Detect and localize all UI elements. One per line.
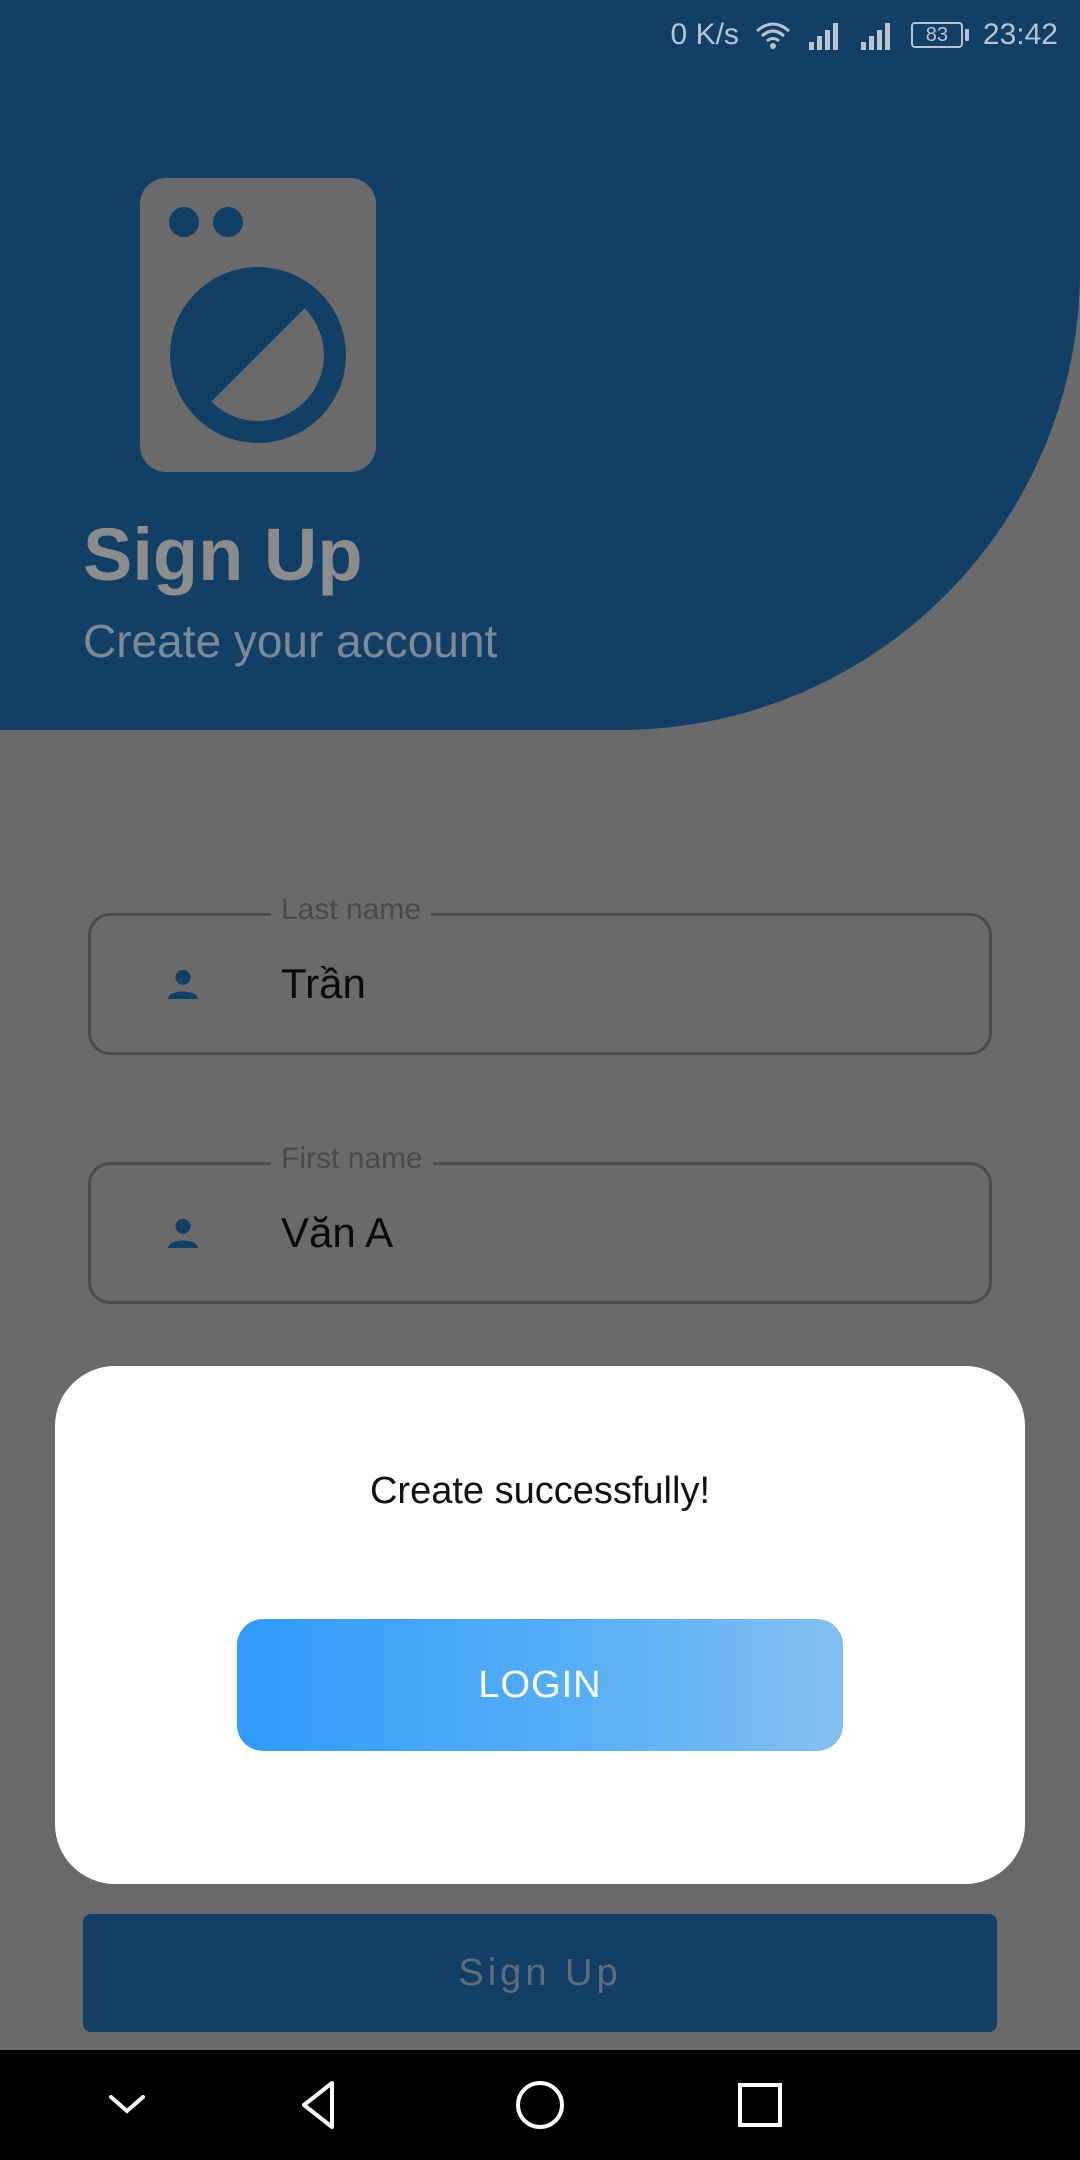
success-dialog: Create successfully! LOGIN: [55, 1366, 1025, 1884]
page-title: Sign Up: [83, 513, 363, 596]
person-icon: [168, 969, 198, 999]
last-name-label: Last name: [271, 890, 432, 930]
signal-icon: [807, 20, 845, 50]
sign-up-screen: 0 K/s 83 23:42 Sign Up Create your accou…: [0, 0, 1080, 2050]
back-icon[interactable]: [290, 2075, 350, 2135]
clock: 23:42: [982, 18, 1058, 51]
status-bar: 0 K/s 83 23:42: [0, 0, 1080, 70]
washing-machine-icon: [140, 178, 376, 472]
login-button[interactable]: LOGIN: [237, 1619, 843, 1751]
network-speed: 0 K/s: [670, 18, 739, 51]
chevron-down-icon[interactable]: [97, 2075, 157, 2135]
battery-level: 83: [910, 22, 963, 48]
first-name-field[interactable]: First name Văn A: [88, 1139, 992, 1304]
sign-up-button[interactable]: Sign Up: [83, 1914, 997, 2032]
person-icon: [168, 1218, 198, 1248]
wifi-icon: [753, 19, 793, 51]
battery-icon: 83: [910, 22, 969, 48]
first-name-input[interactable]: Văn A: [281, 1209, 393, 1257]
recents-icon[interactable]: [730, 2075, 790, 2135]
signal-icon: [859, 20, 897, 50]
dialog-message: Create successfully!: [369, 1470, 710, 1512]
page-subtitle: Create your account: [83, 615, 498, 667]
navigation-bar: [0, 2050, 1080, 2160]
first-name-label: First name: [271, 1139, 433, 1179]
last-name-field[interactable]: Last name Trần: [88, 890, 992, 1055]
home-icon[interactable]: [510, 2075, 570, 2135]
last-name-input[interactable]: Trần: [281, 960, 366, 1008]
